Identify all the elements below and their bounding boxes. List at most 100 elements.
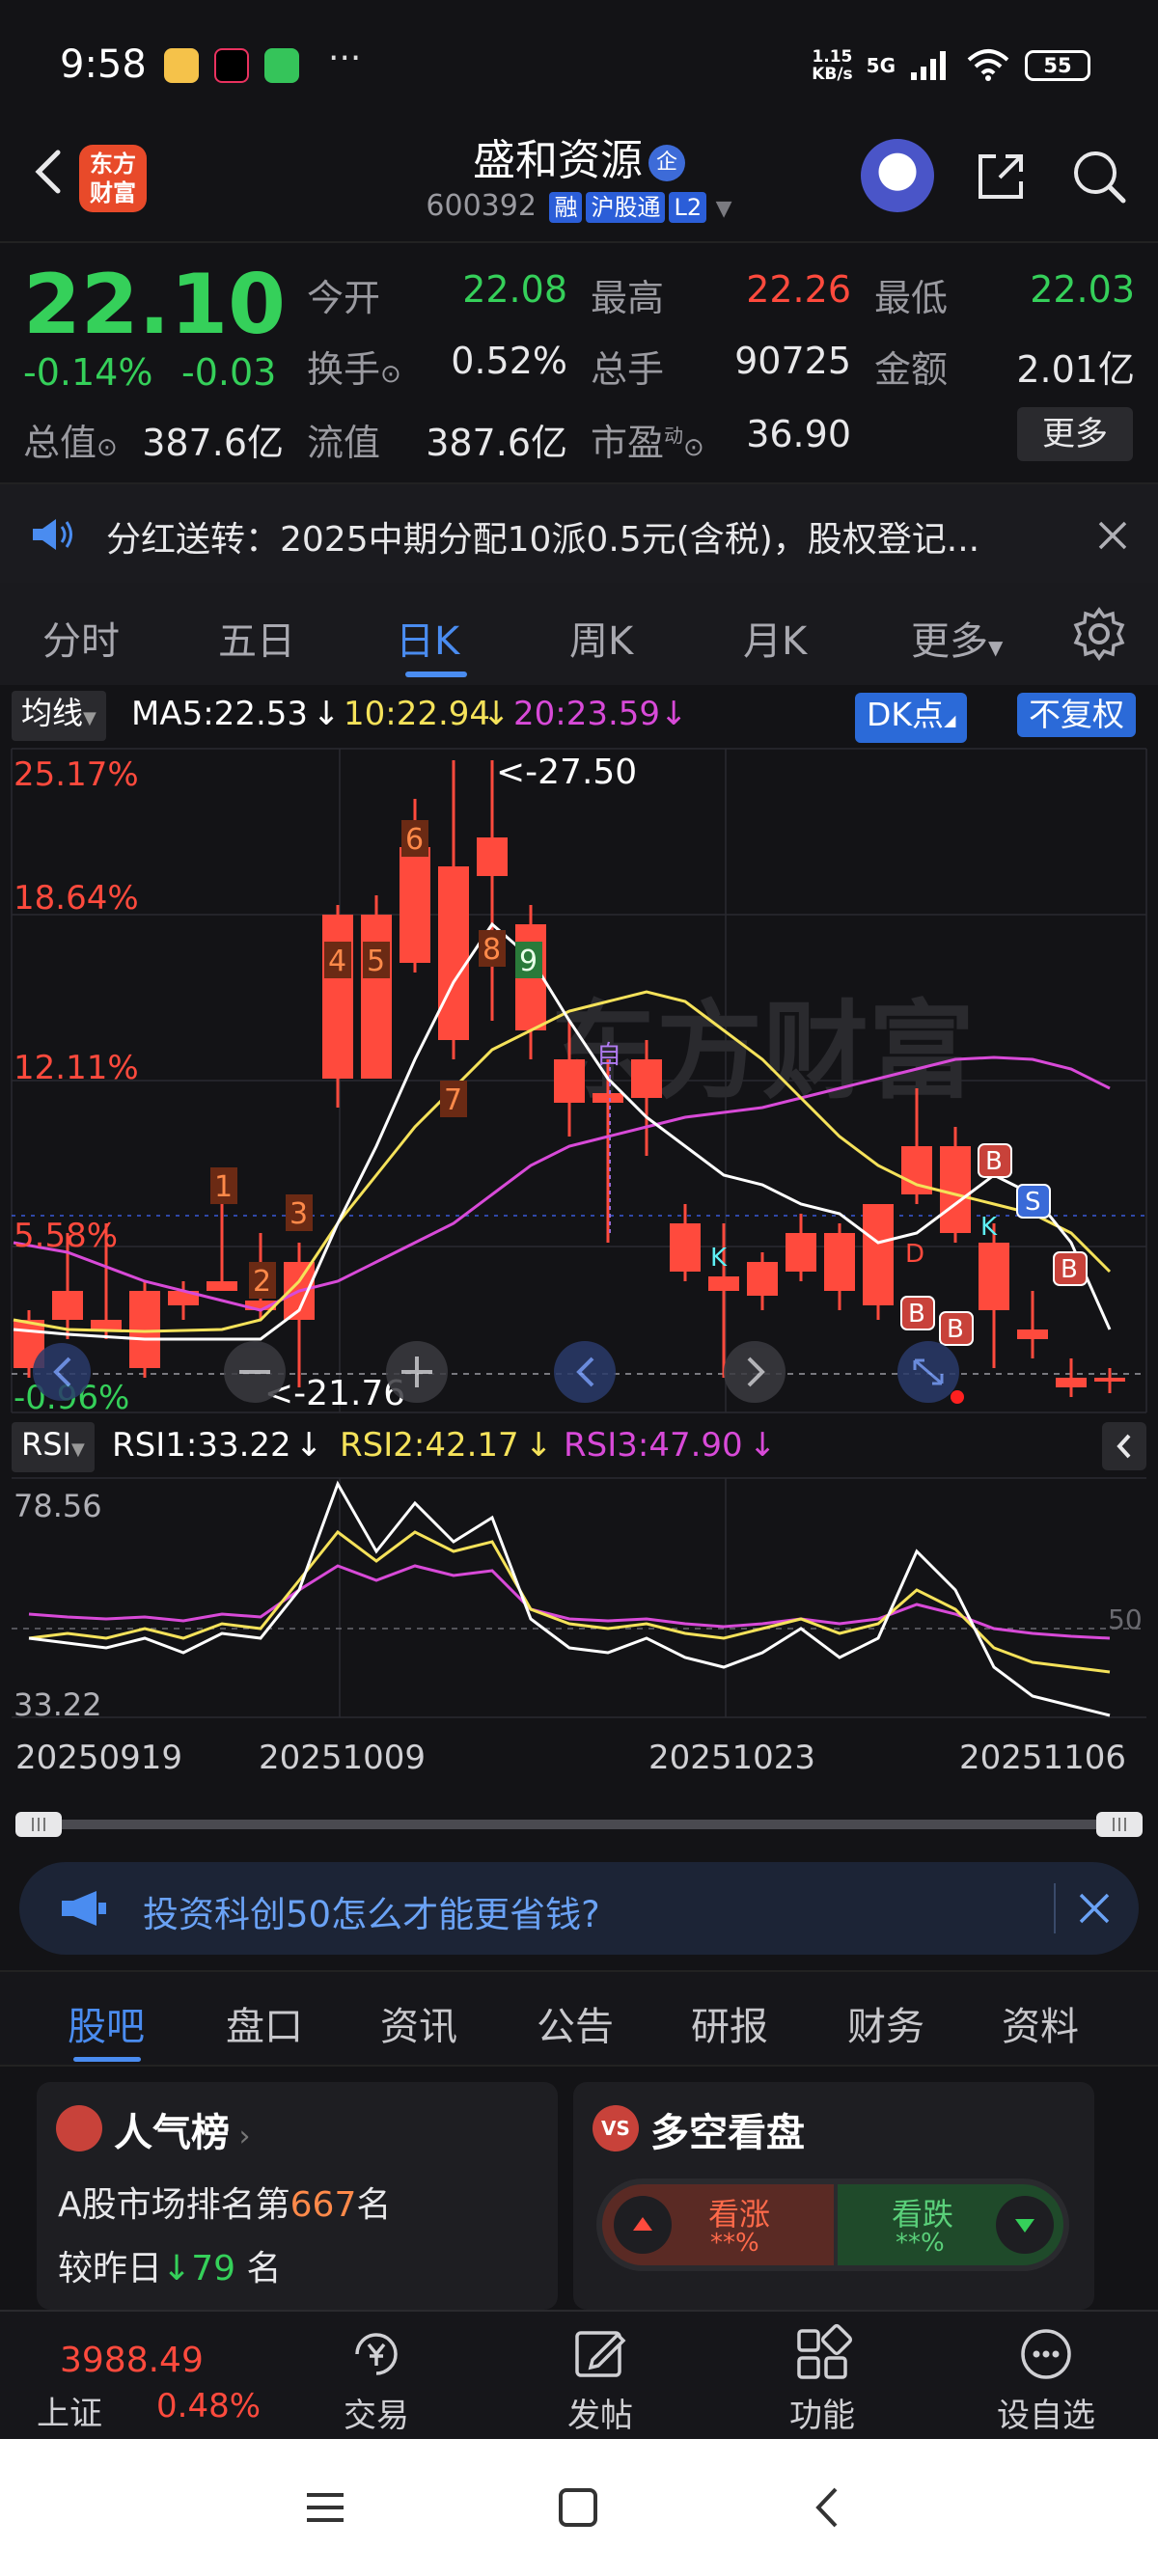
tab-announcements[interactable]: 公告 bbox=[537, 1995, 614, 2051]
nav-functions[interactable]: 功能 bbox=[745, 2323, 899, 2436]
indicator-selector[interactable]: 均线▼ bbox=[12, 691, 106, 741]
tab-finance[interactable]: 财务 bbox=[847, 1995, 924, 2051]
collapse-panel-icon[interactable] bbox=[1102, 1422, 1146, 1470]
dk-point-button[interactable]: DK点◢ bbox=[855, 693, 968, 743]
chart-range-scrollbar[interactable] bbox=[0, 1810, 1158, 1839]
tab-daily-k[interactable]: 日K bbox=[396, 610, 459, 666]
status-bar: 9:58 ··· 1.15 KB/s 5G 55 bbox=[0, 0, 1158, 135]
popularity-title-text: 人气榜 bbox=[114, 2111, 230, 2155]
rsi-top-label: 78.56 bbox=[14, 1488, 102, 1524]
more-circle-icon bbox=[1021, 2329, 1071, 2379]
close-icon[interactable] bbox=[1096, 519, 1129, 552]
tab-weekly-k[interactable]: 周K bbox=[569, 610, 633, 666]
tab-order-book[interactable]: 盘口 bbox=[226, 1995, 303, 2051]
index-value[interactable]: 3988.49 bbox=[60, 2341, 204, 2380]
tab-profile[interactable]: 资料 bbox=[1002, 1995, 1079, 2051]
next-candle-button[interactable] bbox=[724, 1341, 786, 1403]
low-label: 最低 bbox=[874, 277, 949, 319]
more-notifications-icon: ··· bbox=[328, 39, 362, 78]
tab-research[interactable]: 研报 bbox=[691, 1995, 768, 2051]
bearish-button[interactable]: 看跌 **% bbox=[838, 2184, 1063, 2265]
index-change: 0.48% bbox=[156, 2387, 262, 2425]
down-triangle-icon bbox=[996, 2196, 1054, 2254]
candle-body bbox=[631, 1059, 662, 1098]
tab-five-day[interactable]: 五日 bbox=[218, 610, 295, 666]
divider bbox=[1054, 1883, 1056, 1933]
volume-value: 90725 bbox=[734, 340, 851, 382]
candle-body bbox=[786, 1233, 816, 1272]
candlestick-chart[interactable]: 东方财富 25.17% 18.64% 12.11% 5.58% -0.96% <… bbox=[0, 741, 1158, 1416]
bearish-value: **% bbox=[896, 2229, 945, 2258]
tab-intraday[interactable]: 分时 bbox=[42, 610, 120, 666]
volume-label: 总手 bbox=[591, 348, 665, 391]
nav-watchlist[interactable]: 设自选 bbox=[969, 2323, 1123, 2436]
seq-marker: 3 bbox=[290, 1197, 308, 1231]
candle-body bbox=[52, 1291, 83, 1320]
close-icon[interactable] bbox=[1077, 1891, 1112, 1926]
rank-suffix: 名 bbox=[356, 2185, 392, 2225]
nav-trade[interactable]: 交易 bbox=[299, 2323, 454, 2436]
ad-text: 投资科创50怎么才能更省钱? bbox=[143, 1894, 600, 1935]
more-button[interactable]: 更多 bbox=[1017, 407, 1133, 461]
index-name[interactable]: 上证 bbox=[37, 2387, 102, 2434]
info-icon[interactable]: ⊙ bbox=[380, 360, 401, 389]
zoom-out-button[interactable] bbox=[224, 1341, 286, 1403]
system-back-icon[interactable] bbox=[805, 2483, 853, 2532]
search-icon[interactable] bbox=[1069, 147, 1129, 206]
ma10-arrow-icon: ↓ bbox=[482, 695, 510, 733]
turnover-label: 换手⊙ bbox=[307, 340, 401, 393]
tab-news[interactable]: 资讯 bbox=[380, 1995, 457, 2051]
zoom-in-button[interactable] bbox=[386, 1341, 448, 1403]
rsi3-line bbox=[28, 1564, 1111, 1640]
watchlist-label: 设自选 bbox=[997, 2397, 1095, 2435]
rsi-selector[interactable]: RSI▼ bbox=[12, 1422, 95, 1472]
indicator-selector-label: 均线 bbox=[21, 695, 84, 731]
chevron-down-icon[interactable]: ▼ bbox=[716, 197, 732, 221]
signal-icon bbox=[911, 51, 946, 80]
gear-icon[interactable] bbox=[1071, 606, 1127, 662]
popularity-card[interactable]: 人气榜 › A股市场排名第667名 较昨日↓79 名 bbox=[37, 2082, 558, 2310]
assistant-robot-icon[interactable] bbox=[861, 139, 934, 212]
tiktok-app-icon bbox=[214, 48, 249, 83]
candle-body bbox=[979, 1243, 1009, 1310]
margin-tag: 融 bbox=[549, 192, 583, 223]
change-amount: -0.03 bbox=[181, 351, 277, 394]
scroll-left-button[interactable] bbox=[33, 1343, 91, 1401]
rsi-header: RSI▼ RSI1:33.22 ↓ RSI2:42.17 ↓ RSI3:47.9… bbox=[0, 1418, 1158, 1472]
tab-monthly-k[interactable]: 月K bbox=[743, 610, 807, 666]
bullish-button[interactable]: 看涨 **% bbox=[602, 2184, 834, 2265]
ad-banner[interactable]: 投资科创50怎么才能更省钱? bbox=[19, 1862, 1139, 1955]
ma5-value: MA5:22.53 bbox=[131, 695, 309, 733]
up-triangle-icon bbox=[614, 2196, 672, 2254]
ma20-value: 20:23.59 bbox=[513, 695, 661, 733]
d-marker: D bbox=[905, 1240, 924, 1269]
compose-icon bbox=[575, 2331, 626, 2377]
rsi3-arrow-icon: ↓ bbox=[749, 1426, 777, 1465]
menu-icon[interactable] bbox=[301, 2483, 349, 2532]
share-icon[interactable] bbox=[971, 147, 1031, 206]
amount-label: 金额 bbox=[874, 348, 949, 391]
market-cap-label: 总值⊙ bbox=[23, 413, 118, 466]
pe-superscript: 动 bbox=[664, 424, 684, 448]
high-label: 最高 bbox=[591, 277, 665, 319]
info-icon[interactable]: ⊙ bbox=[96, 433, 118, 462]
open-value: 22.08 bbox=[462, 268, 567, 311]
price-adjust-button[interactable]: 不复权 bbox=[1017, 693, 1136, 737]
vote-card[interactable]: VS 多空看盘 看涨 **% 看跌 **% bbox=[573, 2082, 1094, 2310]
prev-candle-button[interactable] bbox=[554, 1341, 616, 1403]
vote-title: 多空看盘 bbox=[650, 2111, 805, 2155]
candle-body bbox=[129, 1291, 160, 1368]
tab-more[interactable]: 更多▼ bbox=[911, 610, 1003, 666]
pe-label-text: 市盈 bbox=[591, 422, 665, 464]
dividend-notice[interactable]: 分红送转：2025中期分配10派0.5元(含税)，股权登记... bbox=[0, 482, 1158, 583]
rsi-chart[interactable]: 78.56 33.22 50 bbox=[0, 1474, 1158, 1727]
fullscreen-button[interactable] bbox=[897, 1341, 959, 1403]
rsi2-value: RSI2:42.17 bbox=[340, 1426, 519, 1465]
tab-forum[interactable]: 股吧 bbox=[68, 1995, 145, 2051]
nav-post[interactable]: 发帖 bbox=[523, 2323, 677, 2436]
ma-header: 均线▼ MA5:22.53 ↓ 10:22.94 ↓ 20:23.59 ↓ DK… bbox=[0, 687, 1158, 743]
home-icon[interactable] bbox=[554, 2483, 602, 2532]
ma10-value: 10:22.94 bbox=[344, 695, 491, 733]
caret-down-icon: ▼ bbox=[988, 636, 1004, 659]
candle-body bbox=[863, 1204, 894, 1305]
